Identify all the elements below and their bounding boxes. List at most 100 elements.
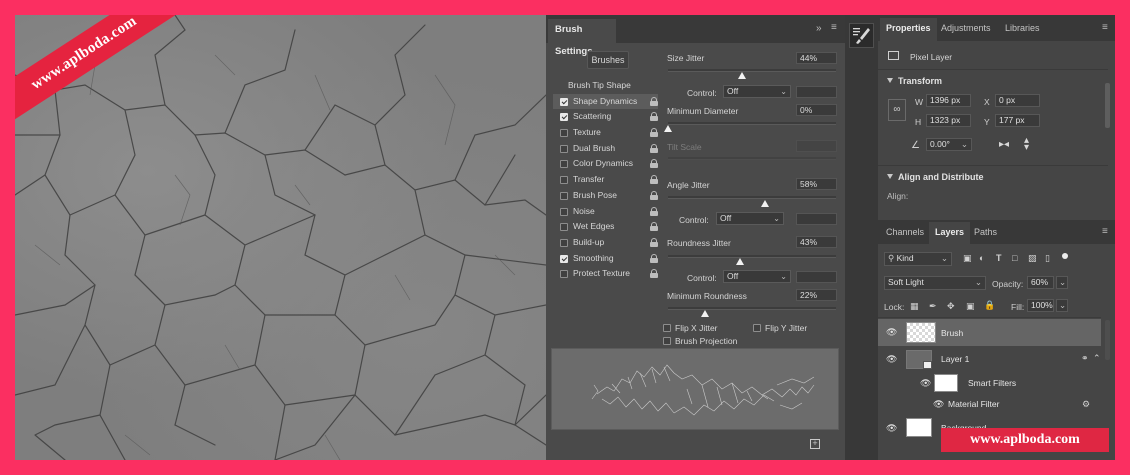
visibility-eye-icon[interactable]: 👁 bbox=[886, 354, 897, 365]
opacity-field[interactable]: 60% bbox=[1027, 276, 1054, 289]
panel-menu-icon[interactable]: ≡ bbox=[1102, 226, 1108, 237]
panel-menu-icon[interactable]: ≡ bbox=[831, 22, 837, 33]
transform-section-title[interactable]: Transform bbox=[884, 76, 942, 86]
roundness-jitter-value[interactable]: 43% bbox=[796, 236, 837, 248]
list-item-texture[interactable]: Texture bbox=[553, 125, 658, 141]
flip-vertical-icon[interactable]: ▴ ▾ bbox=[1024, 136, 1029, 153]
lock-artboard-icon[interactable]: ▣ bbox=[966, 301, 975, 312]
list-item-smoothing[interactable]: Smoothing bbox=[553, 251, 658, 267]
list-item-transfer[interactable]: Transfer bbox=[553, 172, 658, 188]
tab-brush-settings[interactable]: Brush Settings bbox=[548, 19, 616, 57]
size-jitter-slider-thumb[interactable] bbox=[737, 72, 746, 79]
layer-row-layer-1[interactable]: 👁 Layer 1 ⚭ ⌃ bbox=[878, 346, 1101, 372]
align-distribute-section-title[interactable]: Align and Distribute bbox=[884, 172, 984, 182]
angle-jitter-value[interactable]: 58% bbox=[796, 178, 837, 190]
flip-y-jitter-option[interactable]: Flip Y Jitter bbox=[752, 323, 807, 333]
lock-icon[interactable] bbox=[650, 237, 658, 247]
create-new-brush-icon[interactable]: + bbox=[810, 439, 820, 449]
checkbox-smoothing[interactable] bbox=[560, 254, 568, 263]
tab-paths[interactable]: Paths bbox=[968, 222, 1003, 244]
height-field[interactable]: 1323 px bbox=[926, 114, 971, 127]
layers-scrollbar[interactable] bbox=[1105, 320, 1110, 360]
layer-name[interactable]: Layer 1 bbox=[941, 354, 969, 364]
minimum-roundness-slider-thumb[interactable] bbox=[700, 310, 709, 317]
minimum-diameter-slider-thumb[interactable] bbox=[664, 125, 672, 132]
chevron-up-icon[interactable]: ⌃ bbox=[1093, 353, 1101, 364]
lock-icon[interactable] bbox=[650, 269, 658, 279]
layer-name[interactable]: Brush bbox=[941, 328, 963, 338]
checkbox-brush-pose[interactable] bbox=[560, 191, 568, 200]
list-item-wet-edges[interactable]: Wet Edges bbox=[553, 219, 658, 235]
properties-scrollbar[interactable] bbox=[1105, 83, 1110, 128]
tab-properties[interactable]: Properties bbox=[880, 18, 937, 41]
lock-icon[interactable] bbox=[650, 112, 658, 122]
list-item-dual-brush[interactable]: Dual Brush bbox=[553, 141, 658, 157]
lock-icon[interactable] bbox=[650, 159, 658, 169]
lock-icon[interactable] bbox=[650, 253, 658, 263]
checkbox-build-up[interactable] bbox=[560, 238, 568, 247]
checkbox-noise[interactable] bbox=[560, 207, 568, 216]
angle-jitter-slider-thumb[interactable] bbox=[761, 200, 770, 207]
filter-blending-options-icon[interactable]: ⚙ bbox=[1082, 399, 1090, 410]
link-icon[interactable]: ∞ bbox=[888, 99, 906, 121]
angle-jitter-slider[interactable] bbox=[668, 196, 836, 199]
roundness-jitter-slider[interactable] bbox=[668, 255, 836, 258]
list-item-scattering[interactable]: Scattering bbox=[553, 109, 658, 125]
width-field[interactable]: 1396 px bbox=[926, 94, 971, 107]
double-chevron-right-icon[interactable]: » bbox=[816, 23, 822, 34]
smart-object-filter-icon[interactable]: ▨ bbox=[1028, 253, 1037, 264]
brush-settings-tool-icon[interactable] bbox=[849, 23, 874, 48]
list-item-build-up[interactable]: Build-up bbox=[553, 235, 658, 251]
tab-libraries[interactable]: Libraries bbox=[999, 18, 1046, 41]
checkbox-protect-texture[interactable] bbox=[560, 270, 568, 279]
document-canvas[interactable]: www.aplboda.com bbox=[15, 15, 546, 460]
size-jitter-slider[interactable] bbox=[668, 69, 836, 72]
panel-menu-icon[interactable]: ≡ bbox=[1102, 22, 1108, 33]
lock-icon[interactable] bbox=[650, 190, 658, 200]
checkbox-brush-projection[interactable] bbox=[663, 337, 671, 345]
angle-field[interactable]: 0.00° ⌄ bbox=[926, 138, 972, 151]
lock-position-icon[interactable]: ✥ bbox=[947, 301, 955, 312]
checkbox-texture[interactable] bbox=[560, 129, 568, 138]
lock-icon[interactable] bbox=[650, 143, 658, 153]
lock-transparent-pixels-icon[interactable]: ▦ bbox=[910, 301, 919, 312]
layer-row-smart-filters[interactable]: 👁 Smart Filters bbox=[878, 372, 1101, 394]
type-filter-icon[interactable]: T bbox=[996, 253, 1002, 263]
minimum-roundness-value[interactable]: 22% bbox=[796, 289, 837, 301]
brush-projection-option[interactable]: Brush Projection bbox=[662, 336, 737, 346]
image-filter-icon[interactable]: ▣ bbox=[963, 253, 972, 264]
list-item-protect-texture[interactable]: Protect Texture bbox=[553, 266, 658, 282]
opacity-dropdown-chevron-icon[interactable]: ⌄ bbox=[1056, 276, 1068, 289]
minimum-diameter-value[interactable]: 0% bbox=[796, 104, 837, 116]
tab-adjustments[interactable]: Adjustments bbox=[935, 18, 997, 41]
control-select-3[interactable]: Off ⌄ bbox=[723, 270, 791, 283]
visibility-eye-icon[interactable]: 👁 bbox=[886, 423, 897, 434]
fill-field[interactable]: 100% bbox=[1027, 299, 1054, 312]
lock-icon[interactable] bbox=[650, 128, 658, 138]
visibility-eye-icon[interactable]: 👁 bbox=[933, 399, 944, 410]
checkbox-dual-brush[interactable] bbox=[560, 144, 568, 153]
control-select-2[interactable]: Off ⌄ bbox=[716, 212, 784, 225]
size-jitter-value[interactable]: 44% bbox=[796, 52, 837, 64]
checkbox-scattering[interactable] bbox=[560, 113, 568, 122]
list-item-color-dynamics[interactable]: Color Dynamics bbox=[553, 156, 658, 172]
y-field[interactable]: 177 px bbox=[995, 114, 1040, 127]
layer-name[interactable]: Material Filter bbox=[948, 399, 999, 409]
blend-mode-select[interactable]: Soft Light ⌄ bbox=[884, 276, 986, 290]
lock-icon[interactable] bbox=[650, 96, 658, 106]
lock-icon[interactable] bbox=[650, 222, 658, 232]
checkbox-flip-x-jitter[interactable] bbox=[663, 324, 671, 332]
adjustment-filter-icon[interactable]: ◐ bbox=[979, 253, 984, 263]
visibility-eye-icon[interactable]: 👁 bbox=[920, 378, 931, 389]
roundness-jitter-slider-thumb[interactable] bbox=[736, 258, 745, 265]
minimum-roundness-slider[interactable] bbox=[668, 307, 836, 310]
checkbox-flip-y-jitter[interactable] bbox=[753, 324, 761, 332]
visibility-eye-icon[interactable]: 👁 bbox=[886, 327, 897, 338]
artboard-filter-icon[interactable]: ▯ bbox=[1045, 253, 1050, 264]
list-item-shape-dynamics[interactable]: Shape Dynamics bbox=[553, 93, 658, 110]
tab-channels[interactable]: Channels bbox=[880, 222, 930, 244]
checkbox-wet-edges[interactable] bbox=[560, 223, 568, 232]
filter-kind-select[interactable]: ⚲ Kind ⌄ bbox=[884, 252, 952, 266]
checkbox-shape-dynamics[interactable] bbox=[560, 97, 568, 106]
layer-row-brush[interactable]: 👁 Brush bbox=[878, 319, 1101, 346]
